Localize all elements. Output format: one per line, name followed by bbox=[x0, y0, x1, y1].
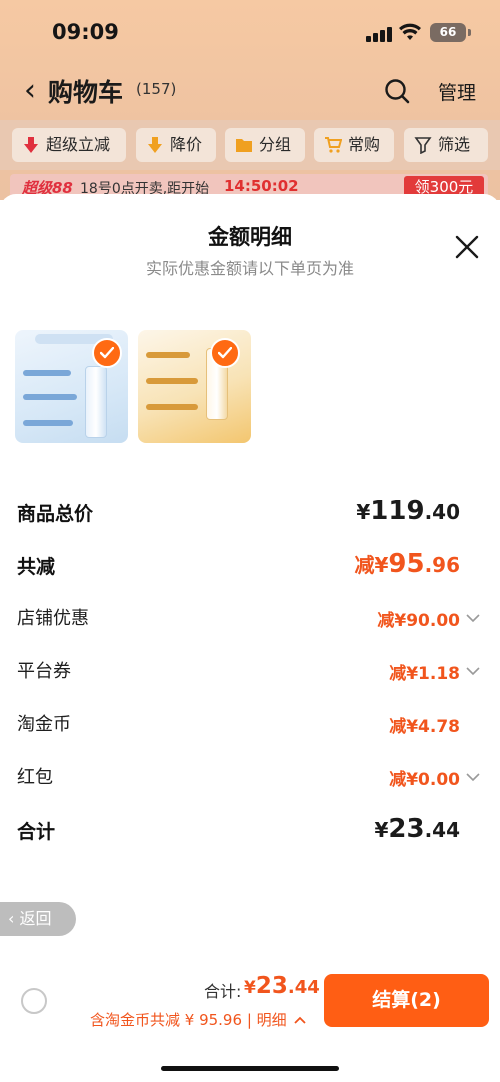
filter-icon bbox=[414, 137, 432, 154]
product-feature-line bbox=[146, 352, 190, 358]
amount-integer: 95 bbox=[388, 549, 425, 579]
close-icon[interactable] bbox=[454, 234, 480, 260]
amount-decimal: .40 bbox=[424, 500, 460, 524]
battery-icon: 66 bbox=[430, 23, 466, 42]
currency-symbol: ¥ bbox=[374, 818, 389, 842]
platform-coupon-value[interactable]: 减¥1.18 bbox=[389, 659, 460, 684]
sum-value: ¥23.44 bbox=[374, 814, 460, 844]
shop-discount-label: 店铺优惠 bbox=[17, 608, 89, 629]
product-feature-line bbox=[23, 420, 73, 426]
arrow-down-icon bbox=[24, 137, 38, 153]
shop-discount-value[interactable]: 减¥90.00 bbox=[377, 606, 460, 631]
coin-discount-note: 含淘金币共减 ¥ 95.96 | 明细 bbox=[90, 1009, 307, 1030]
checkout-button[interactable]: 结算(2) bbox=[324, 974, 489, 1027]
total-price-label: 商品总价 bbox=[17, 503, 94, 525]
platform-coupon-label: 平台券 bbox=[17, 661, 71, 682]
amount-decimal: .44 bbox=[287, 977, 320, 998]
product-feature-line bbox=[23, 370, 71, 376]
chevron-down-icon[interactable] bbox=[466, 666, 480, 676]
shop-discount-amount: 减¥90.00 bbox=[377, 611, 460, 631]
page-title: 购物车 bbox=[48, 78, 124, 107]
filter-button[interactable]: 筛选 bbox=[404, 128, 488, 162]
separator: | bbox=[246, 1011, 257, 1029]
currency-symbol: ¥ bbox=[356, 500, 371, 524]
total-price-value: ¥119.40 bbox=[356, 496, 460, 526]
total-discount-value: 减¥95.96 bbox=[354, 549, 460, 579]
coin-discount-text: 含淘金币共减 ¥ 95.96 bbox=[90, 1011, 243, 1029]
amount-detail-sheet bbox=[0, 194, 500, 1082]
total-discount-label: 共减 bbox=[17, 556, 56, 578]
product-tube-image bbox=[85, 366, 107, 438]
taobao-coin-amount: 减¥4.78 bbox=[389, 717, 460, 737]
select-all-radio[interactable] bbox=[21, 988, 47, 1014]
sheet-subtitle: 实际优惠金额请以下单页为准 bbox=[145, 259, 354, 278]
promo-countdown: 14:50:02 bbox=[224, 177, 299, 195]
filter-chip-label: 常购 bbox=[348, 135, 381, 154]
battery-tip bbox=[468, 29, 471, 36]
amount-decimal: .44 bbox=[424, 818, 460, 842]
filter-chip-group[interactable]: 分组 bbox=[225, 128, 305, 162]
product-feature-line bbox=[146, 378, 198, 384]
red-packet-value[interactable]: 减¥0.00 bbox=[389, 765, 460, 790]
selected-check-icon[interactable] bbox=[92, 338, 122, 368]
filter-chip-price-drop[interactable]: 降价 bbox=[136, 128, 216, 162]
amount-integer: 119 bbox=[370, 496, 425, 526]
footer-total-value: ¥23.44 bbox=[244, 973, 320, 999]
amount-integer: 23 bbox=[388, 814, 425, 844]
filter-chip-frequent[interactable]: 常购 bbox=[314, 128, 394, 162]
cart-count: (157) bbox=[136, 80, 177, 98]
cellular-signal-icon bbox=[366, 26, 392, 42]
search-icon[interactable] bbox=[384, 78, 410, 104]
home-indicator bbox=[161, 1066, 339, 1071]
manage-button[interactable]: 管理 bbox=[438, 78, 476, 105]
filter-chip-label: 降价 bbox=[170, 135, 203, 154]
status-bar: 09:09 66 bbox=[0, 0, 500, 66]
wifi-icon bbox=[399, 23, 421, 40]
currency-symbol: ¥ bbox=[244, 978, 256, 998]
red-packet-label: 红包 bbox=[17, 767, 53, 788]
product-feature-line bbox=[146, 404, 198, 410]
footer-total-label: 合计: bbox=[204, 982, 242, 1001]
chevron-down-icon[interactable] bbox=[466, 772, 480, 782]
sheet-title: 金额明细 bbox=[208, 225, 292, 249]
back-arrow-icon: ‹ bbox=[8, 909, 20, 928]
down-arrow-icon bbox=[148, 137, 162, 153]
taobao-coin-value: 减¥4.78 bbox=[389, 712, 460, 737]
filter-chip-label: 分组 bbox=[259, 135, 292, 154]
back-chevron-icon[interactable]: ‹ bbox=[24, 76, 36, 106]
taobao-coin-label: 淘金币 bbox=[17, 714, 71, 735]
amount-decimal: .96 bbox=[424, 553, 460, 577]
detail-link[interactable]: 明细 bbox=[257, 1011, 287, 1029]
sum-label: 合计 bbox=[17, 821, 56, 843]
folder-icon bbox=[236, 139, 252, 152]
filter-chip-super-discount[interactable]: 超级立减 bbox=[12, 128, 126, 162]
platform-coupon-amount: 减¥1.18 bbox=[389, 664, 460, 684]
chevron-up-icon[interactable] bbox=[294, 1016, 307, 1025]
selected-check-icon[interactable] bbox=[210, 338, 240, 368]
filter-chip-label: 超级立减 bbox=[46, 135, 111, 154]
cart-icon bbox=[325, 137, 342, 153]
status-time: 09:09 bbox=[52, 20, 119, 44]
red-packet-amount: 减¥0.00 bbox=[389, 770, 460, 790]
filter-button-label: 筛选 bbox=[438, 135, 471, 154]
back-pill-button[interactable]: ‹ 返回 bbox=[0, 902, 76, 936]
discount-prefix: 减¥ bbox=[354, 553, 389, 577]
back-pill-label: 返回 bbox=[19, 909, 52, 928]
amount-integer: 23 bbox=[255, 973, 288, 999]
product-feature-line bbox=[23, 394, 77, 400]
chevron-down-icon[interactable] bbox=[466, 613, 480, 623]
